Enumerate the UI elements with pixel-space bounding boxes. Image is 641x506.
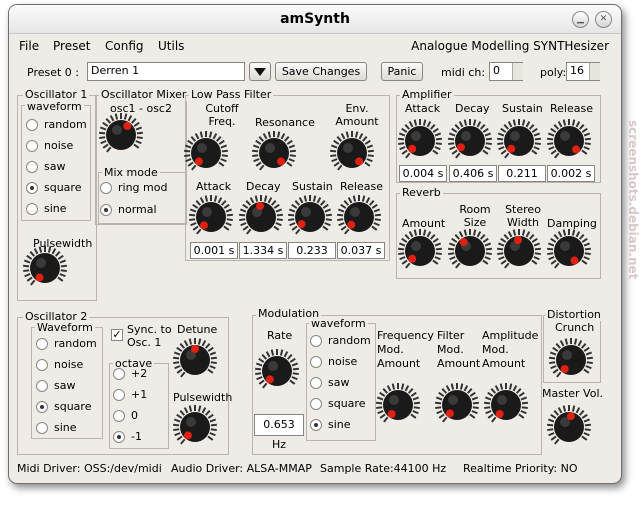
status-realtime-priority: Realtime Priority: NO bbox=[463, 462, 578, 475]
osc1-pulsewidth-knob[interactable] bbox=[23, 246, 67, 286]
mod-frequency-knob[interactable] bbox=[376, 383, 420, 423]
master-volume-knob[interactable] bbox=[547, 405, 591, 445]
reverb-room-size-knob[interactable] bbox=[448, 229, 492, 269]
status-sample-rate: Sample Rate:44100 Hz bbox=[320, 462, 447, 475]
watermark: screenshots.debian.net bbox=[620, 120, 640, 380]
lpf-env-amount-knob[interactable] bbox=[330, 131, 374, 171]
osc2-pulsewidth-knob[interactable] bbox=[173, 405, 217, 445]
lpf-cutoff-knob[interactable] bbox=[184, 131, 228, 171]
status-midi-driver: Midi Driver: OSS:/dev/midi bbox=[17, 462, 162, 475]
osc2-detune-knob[interactable] bbox=[173, 338, 217, 378]
reverb-amount-knob[interactable] bbox=[398, 229, 442, 269]
mixer-balance-knob[interactable] bbox=[99, 113, 143, 153]
reverb-stereo-width-knob[interactable] bbox=[497, 229, 541, 269]
lpf-attack-knob[interactable] bbox=[189, 195, 233, 235]
amp-sustain-knob[interactable] bbox=[497, 119, 541, 159]
mod-amplitude-knob[interactable] bbox=[484, 383, 528, 423]
watermark-text: screenshots.debian.net bbox=[626, 120, 640, 280]
reverb-damping-knob[interactable] bbox=[547, 229, 591, 269]
knob-layer bbox=[23, 113, 593, 445]
amp-release-knob[interactable] bbox=[547, 119, 591, 159]
amp-decay-knob[interactable] bbox=[448, 119, 492, 159]
amp-attack-knob[interactable] bbox=[398, 119, 442, 159]
lpf-resonance-knob[interactable] bbox=[252, 131, 296, 171]
lpf-decay-knob[interactable] bbox=[239, 195, 283, 235]
mod-filter-knob[interactable] bbox=[435, 383, 479, 423]
distortion-crunch-knob[interactable] bbox=[549, 338, 593, 378]
lpf-sustain-knob[interactable] bbox=[288, 195, 332, 235]
app-window: amSynth ▁ ✕ File Preset Config Utils Ana… bbox=[8, 4, 622, 484]
lpf-release-knob[interactable] bbox=[337, 195, 381, 235]
status-audio-driver: Audio Driver: ALSA-MMAP bbox=[171, 462, 312, 475]
mod-rate-knob[interactable] bbox=[255, 349, 299, 389]
